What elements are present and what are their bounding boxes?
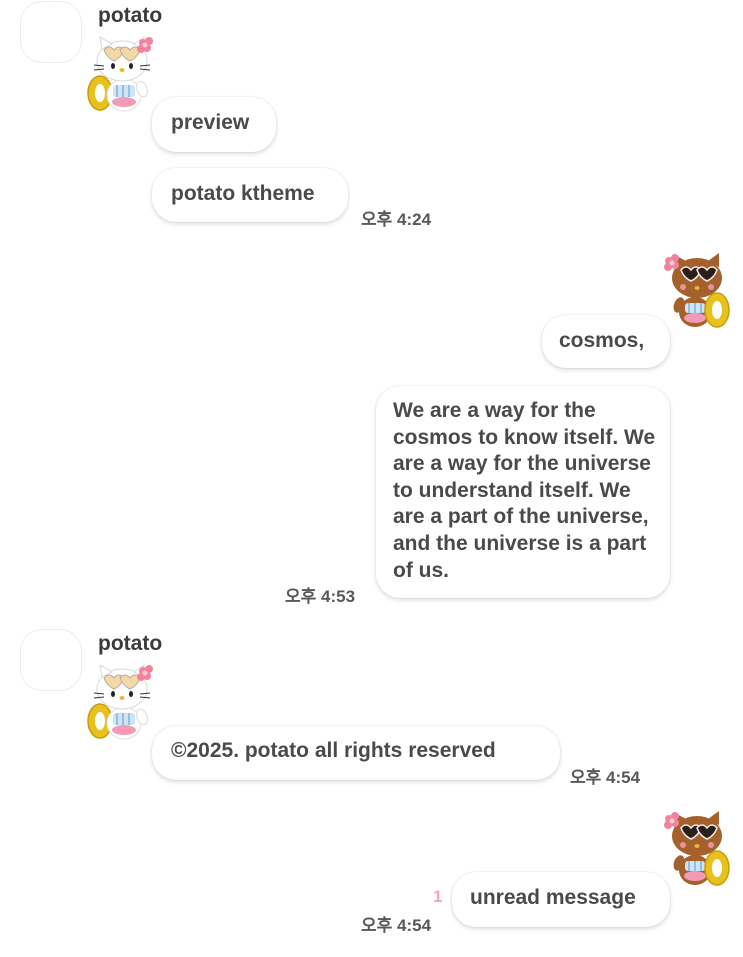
- hello-kitty-brown-sticker-icon[interactable]: [661, 250, 737, 332]
- message-bubble[interactable]: unread message: [452, 872, 670, 927]
- avatar[interactable]: [20, 629, 82, 691]
- message-time: 오후 4:53: [285, 587, 356, 606]
- avatar[interactable]: [20, 1, 82, 63]
- message-bubble[interactable]: ©2025. potato all rights reserved: [152, 726, 560, 780]
- message-time: 오후 4:54: [570, 768, 641, 787]
- hello-kitty-brown-sticker-icon[interactable]: [661, 808, 737, 890]
- message-bubble[interactable]: cosmos,: [542, 315, 670, 368]
- hello-kitty-white-sticker-icon[interactable]: [86, 661, 162, 743]
- sender-name: potato: [98, 632, 163, 655]
- sender-name: potato: [98, 4, 163, 27]
- message-time: 오후 4:54: [361, 916, 432, 935]
- unread-count-badge: 1: [433, 887, 443, 906]
- hello-kitty-white-sticker-icon[interactable]: [86, 33, 162, 115]
- message-time: 오후 4:24: [361, 210, 432, 229]
- message-bubble[interactable]: We are a way for the cosmos to know itse…: [376, 386, 670, 598]
- chat-view[interactable]: potato preview potato ktheme 오후 4:24 cos…: [0, 0, 743, 957]
- message-bubble[interactable]: preview: [152, 97, 276, 152]
- message-bubble[interactable]: potato ktheme: [152, 168, 348, 222]
